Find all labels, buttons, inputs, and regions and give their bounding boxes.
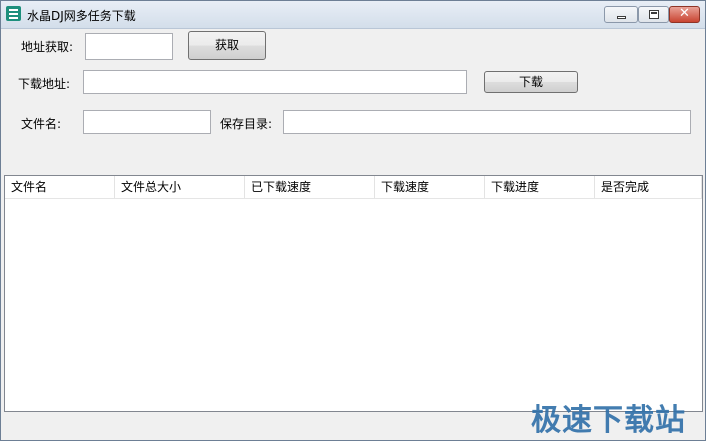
close-button[interactable]: ✕: [669, 6, 700, 23]
minimize-button[interactable]: [604, 6, 638, 23]
save-dir-label: 保存目录:: [220, 117, 273, 131]
filename-input[interactable]: [83, 110, 211, 134]
column-header-speed[interactable]: 下载速度: [375, 176, 485, 198]
maximize-button[interactable]: [638, 6, 669, 23]
save-dir-input[interactable]: [283, 110, 691, 134]
column-header-completed[interactable]: 是否完成: [595, 176, 702, 198]
maximize-icon: [649, 10, 659, 19]
download-url-label: 下载地址:: [18, 77, 71, 91]
window-title: 水晶DJ网多任务下载: [27, 9, 136, 23]
fetch-label: 地址获取:: [21, 40, 74, 54]
app-window: 水晶DJ网多任务下载 ✕ 地址获取: 获取 下载地址: 下载 文件名: 保存目录…: [0, 0, 706, 441]
title-bar[interactable]: 水晶DJ网多任务下载 ✕: [1, 1, 705, 29]
column-header-progress[interactable]: 下载进度: [485, 176, 595, 198]
column-header-total-size[interactable]: 文件总大小: [115, 176, 245, 198]
column-header-filename[interactable]: 文件名: [5, 176, 115, 198]
list-header: 文件名 文件总大小 已下载速度 下载速度 下载进度 是否完成: [5, 176, 702, 199]
download-button[interactable]: 下载: [484, 71, 578, 93]
download-url-input[interactable]: [83, 70, 467, 94]
column-header-downloaded[interactable]: 已下载速度: [245, 176, 375, 198]
minimize-icon: [617, 16, 626, 19]
close-icon: ✕: [679, 6, 690, 21]
fetch-button[interactable]: 获取: [188, 31, 266, 60]
download-list[interactable]: 文件名 文件总大小 已下载速度 下载速度 下载进度 是否完成: [4, 175, 703, 412]
fetch-input[interactable]: [85, 33, 173, 60]
app-icon: [6, 6, 21, 21]
filename-label: 文件名:: [21, 117, 62, 131]
watermark: 极速下载站: [531, 403, 686, 438]
